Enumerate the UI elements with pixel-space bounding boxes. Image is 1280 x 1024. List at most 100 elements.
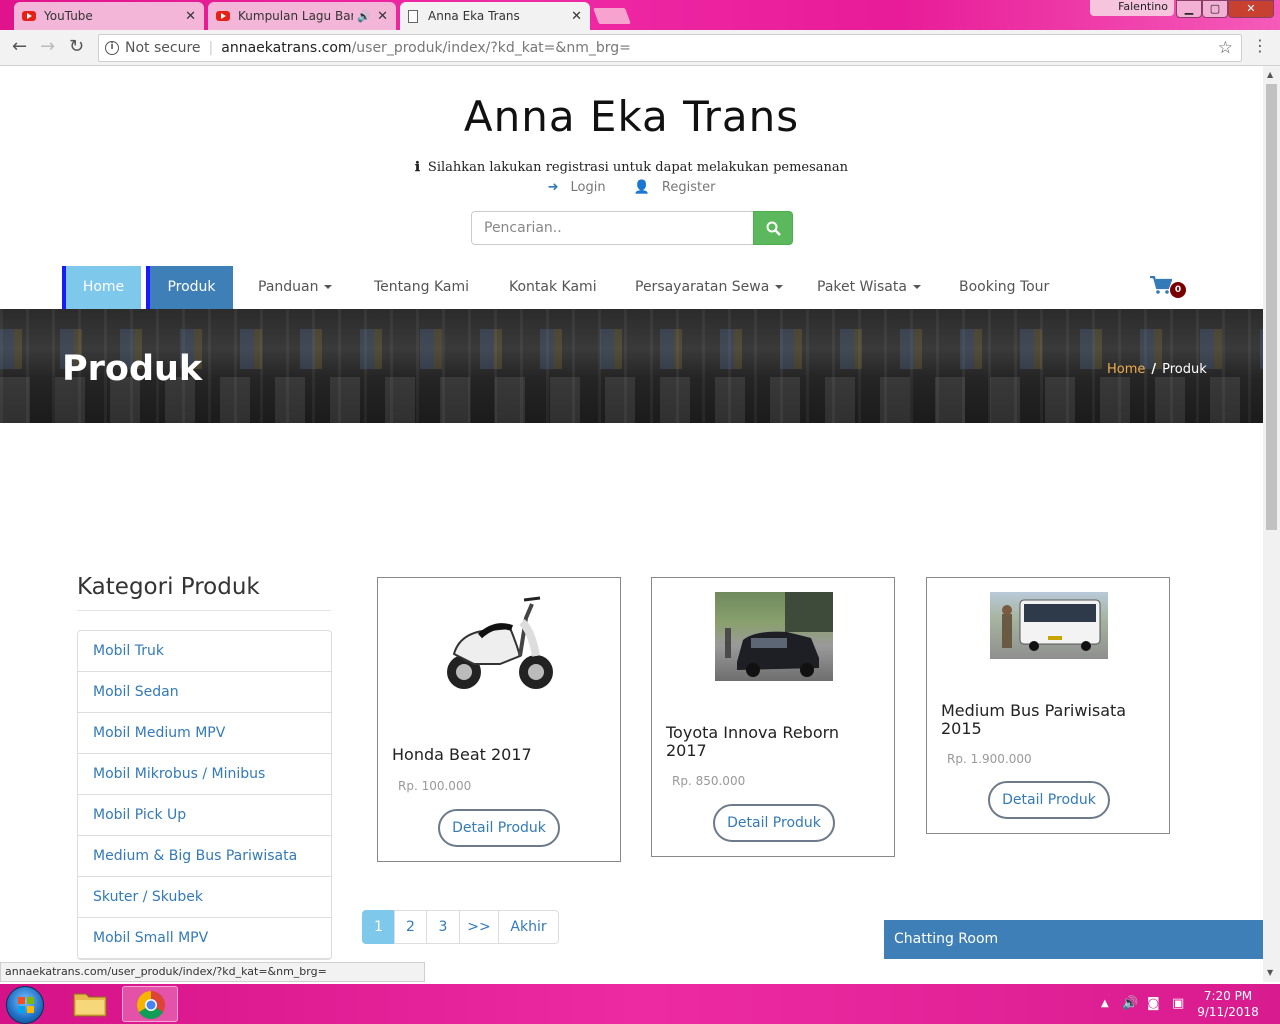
new-tab-button[interactable] — [593, 8, 631, 24]
breadcrumb: Home / Produk — [1107, 362, 1207, 377]
browser-toolbar: ← → ↻ i Not secure | annaekatrans.com/us… — [0, 30, 1280, 66]
network-icon[interactable]: ▣ — [1172, 996, 1184, 1011]
category-item[interactable]: Mobil Small MPV — [78, 918, 331, 959]
start-button[interactable] — [6, 986, 44, 1024]
nav-panduan-dropdown[interactable]: Panduan — [258, 266, 333, 309]
bookmark-star-icon[interactable]: ☆ — [1218, 38, 1233, 58]
pagination: 1 2 3 >> Akhir — [362, 910, 559, 944]
category-item[interactable]: Mobil Truk — [78, 631, 331, 672]
register-link[interactable]: 👤 Register — [628, 180, 722, 195]
system-clock[interactable]: 7:20 PM 9/11/2018 — [1190, 988, 1266, 1020]
nav-paket-label: Paket Wisata — [817, 279, 907, 295]
nav-persyaratan-label: Persayaratan Sewa — [635, 279, 770, 295]
page-banner: Produk Home / Produk — [0, 309, 1263, 423]
nav-persyaratan-dropdown[interactable]: Persayaratan Sewa — [635, 266, 784, 309]
taskbar-chrome[interactable] — [122, 986, 178, 1022]
product-card: Medium Bus Pariwisata 2015 Rp. 1.900.000… — [926, 577, 1170, 834]
product-image-scooter[interactable] — [440, 592, 560, 696]
category-item[interactable]: Skuter / Skubek — [78, 877, 331, 918]
clock-date: 9/11/2018 — [1197, 1005, 1259, 1019]
nav-home[interactable]: Home — [62, 266, 141, 309]
category-item[interactable]: Mobil Pick Up — [78, 795, 331, 836]
sign-in-icon: ➜ — [547, 180, 559, 195]
chatting-room-button[interactable]: Chatting Room — [884, 920, 1263, 959]
cart-count-badge: 0 — [1170, 282, 1186, 298]
info-icon[interactable]: i — [105, 41, 119, 55]
forward-arrow-icon[interactable]: → — [40, 36, 55, 57]
volume-icon[interactable]: 🔊 — [1122, 996, 1138, 1011]
last-page-button[interactable]: Akhir — [498, 910, 559, 944]
product-name[interactable]: Medium Bus Pariwisata 2015 — [941, 702, 1156, 738]
search-icon — [766, 221, 781, 236]
search-input[interactable] — [471, 211, 754, 245]
separator: | — [208, 40, 214, 56]
search-button[interactable] — [753, 211, 793, 245]
site-title: Anna Eka Trans — [463, 92, 800, 141]
breadcrumb-separator: / — [1151, 362, 1157, 377]
product-image-bus[interactable] — [990, 592, 1108, 659]
page-2-button[interactable]: 2 — [394, 910, 427, 944]
detail-produk-button[interactable]: Detail Produk — [713, 804, 835, 842]
user-plus-icon: 👤 — [633, 180, 650, 195]
auth-links: ➜ Login 👤 Register — [0, 180, 1263, 195]
caret-down-icon — [324, 285, 333, 289]
tab-kumpulan-lagu[interactable]: Kumpulan Lagu Barat 🔊 ✕ — [208, 2, 396, 30]
nav-panduan-label: Panduan — [258, 279, 319, 295]
tab-anna-eka-trans[interactable]: Anna Eka Trans ✕ — [400, 2, 590, 30]
menu-dots-icon[interactable]: ⋮ — [1252, 36, 1268, 55]
product-price: Rp. 850.000 — [672, 774, 746, 788]
close-tab-icon[interactable]: ✕ — [571, 9, 582, 24]
product-price: Rp. 1.900.000 — [947, 752, 1032, 766]
cart-button[interactable]: 0 — [1150, 275, 1186, 298]
address-bar[interactable]: i Not secure | annaekatrans.com/user_pro… — [98, 34, 1242, 62]
main-navbar: Home Produk Panduan Tentang Kami Kontak … — [0, 266, 1263, 309]
scroll-up-icon[interactable]: ▲ — [1267, 70, 1273, 79]
page-1-button[interactable]: 1 — [362, 910, 395, 944]
page-3-button[interactable]: 3 — [426, 910, 460, 944]
tray-expand-icon[interactable]: ▲ — [1101, 998, 1109, 1009]
url-domain: annaekatrans.com — [221, 40, 352, 56]
nav-kontak-kami[interactable]: Kontak Kami — [509, 266, 597, 309]
close-tab-icon[interactable]: ✕ — [185, 9, 196, 24]
close-window-button[interactable]: ✕ — [1228, 0, 1274, 18]
login-link[interactable]: ➜ Login — [542, 180, 612, 195]
category-item[interactable]: Mobil Medium MPV — [78, 713, 331, 754]
category-item[interactable]: Medium & Big Bus Pariwisata — [78, 836, 331, 877]
category-item[interactable]: Mobil Mikrobus / Minibus — [78, 754, 331, 795]
detail-produk-button[interactable]: Detail Produk — [438, 809, 560, 847]
category-item[interactable]: Mobil Sedan — [78, 672, 331, 713]
breadcrumb-current: Produk — [1162, 362, 1207, 377]
breadcrumb-home-link[interactable]: Home — [1107, 362, 1145, 377]
reload-icon[interactable]: ↻ — [69, 36, 84, 57]
folder-icon — [73, 993, 107, 1017]
category-heading: Kategori Produk — [77, 574, 260, 600]
banner-title: Produk — [62, 349, 203, 389]
status-url-bubble: annaekatrans.com/user_produk/index/?kd_k… — [0, 962, 425, 982]
product-name[interactable]: Toyota Innova Reborn 2017 — [666, 724, 881, 760]
page-scrollbar[interactable]: ▲ ▼ — [1263, 66, 1280, 982]
maximize-button[interactable]: ▢ — [1202, 0, 1228, 18]
scroll-down-icon[interactable]: ▼ — [1267, 968, 1273, 977]
taskbar-explorer[interactable] — [62, 986, 118, 1022]
tray-app-icon[interactable]: ◙ — [1147, 996, 1160, 1011]
nav-booking-tour[interactable]: Booking Tour — [959, 266, 1049, 309]
nav-paket-wisata-dropdown[interactable]: Paket Wisata — [817, 266, 921, 309]
product-card: Honda Beat 2017 Rp. 100.000 Detail Produ… — [377, 577, 621, 862]
tab-title: Kumpulan Lagu Barat — [238, 9, 354, 23]
minimize-button[interactable]: ▁ — [1176, 0, 1202, 18]
windows-taskbar: ▲ 🔊 ◙ ▣ 7:20 PM 9/11/2018 — [0, 984, 1280, 1024]
back-arrow-icon[interactable]: ← — [12, 36, 27, 57]
product-name[interactable]: Honda Beat 2017 — [392, 746, 607, 764]
detail-produk-button[interactable]: Detail Produk — [988, 781, 1110, 819]
caret-down-icon — [775, 285, 784, 289]
close-tab-icon[interactable]: ✕ — [377, 9, 388, 24]
scrollbar-thumb[interactable] — [1266, 84, 1277, 530]
speaker-icon[interactable]: 🔊 — [357, 10, 371, 23]
nav-tentang-kami[interactable]: Tentang Kami — [374, 266, 469, 309]
product-image-innova[interactable] — [715, 592, 833, 681]
next-page-button[interactable]: >> — [459, 910, 499, 944]
nav-produk[interactable]: Produk — [146, 266, 233, 309]
category-list: Mobil Truk Mobil Sedan Mobil Medium MPV … — [77, 630, 332, 960]
tab-youtube[interactable]: YouTube ✕ — [14, 2, 204, 30]
profile-user-label[interactable]: Falentino — [1090, 0, 1174, 16]
